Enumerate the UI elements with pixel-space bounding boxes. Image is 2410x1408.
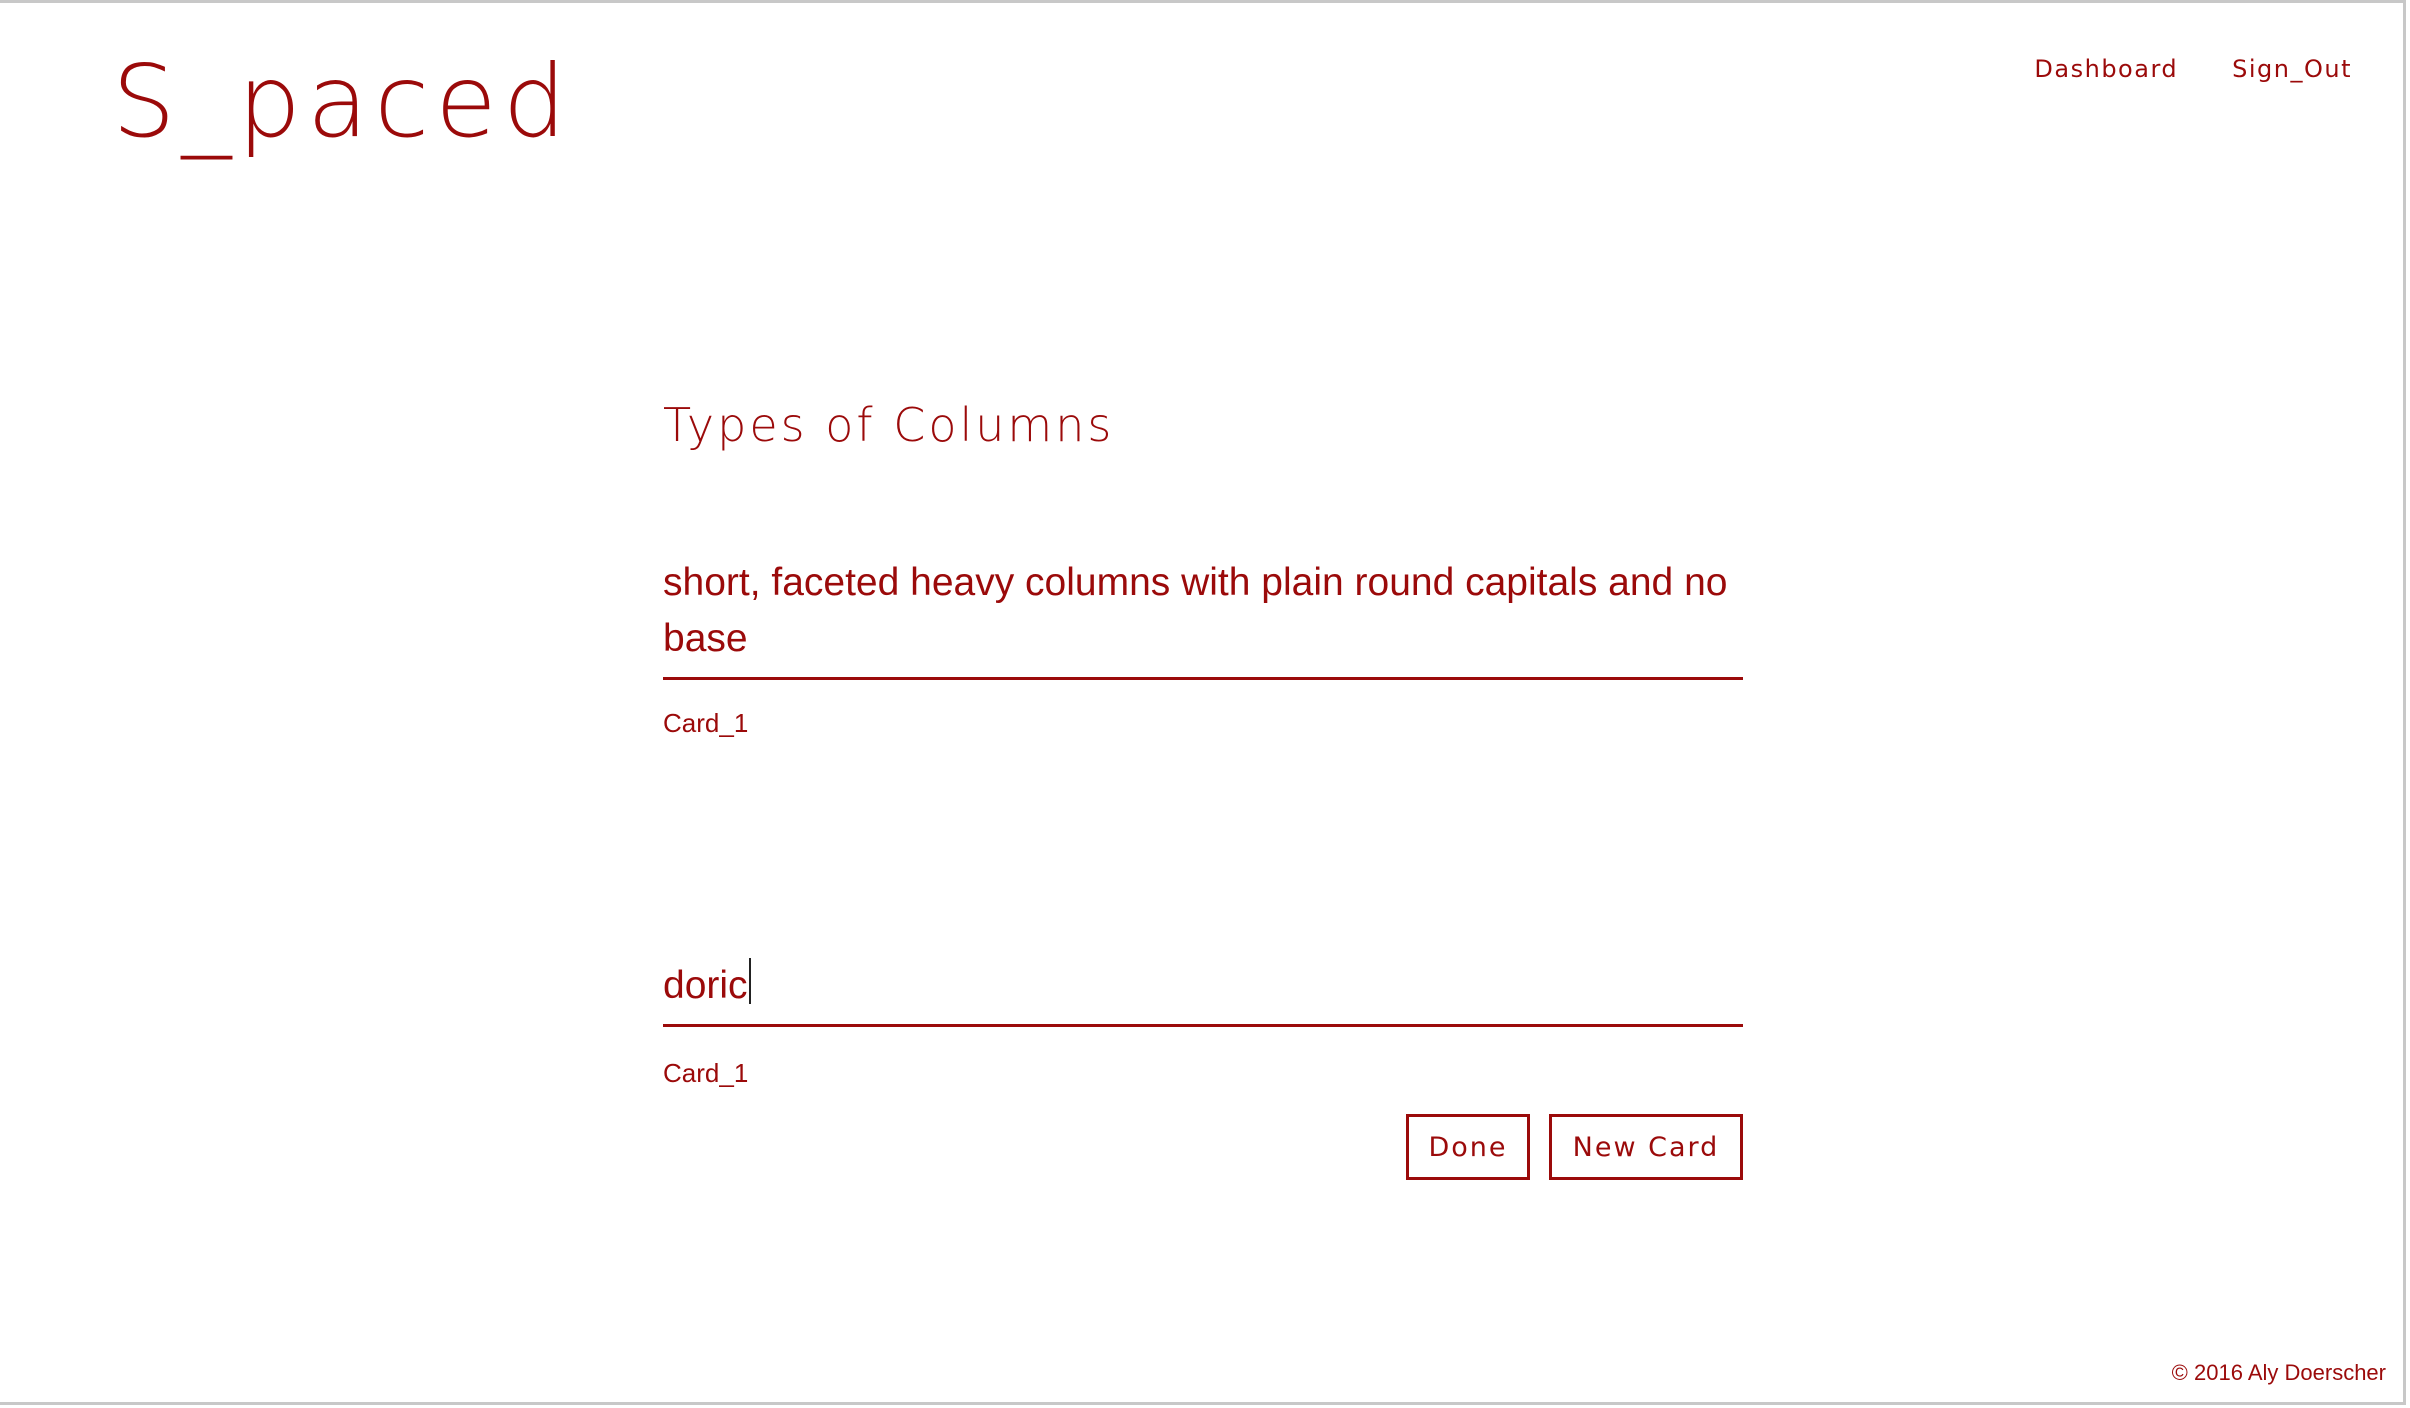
card-label: Card_1	[663, 708, 749, 738]
app-logo[interactable]: S_paced	[112, 42, 572, 162]
nav-sign-out-link[interactable]: Sign_Out	[2232, 55, 2352, 83]
new-card-button[interactable]: New Card	[1549, 1114, 1743, 1180]
footer-copyright: © 2016 Aly Doerscher	[2171, 1360, 2386, 1385]
card-definition-field[interactable]: short, faceted heavy columns with plain …	[663, 555, 1743, 680]
deck-title: Types of Columns	[663, 398, 1115, 452]
done-button[interactable]: Done	[1406, 1114, 1530, 1180]
card-label: Card_1	[663, 1058, 749, 1088]
card-term-field[interactable]: doric	[663, 958, 1743, 1027]
top-nav: Dashboard Sign_Out	[2034, 55, 2352, 83]
text-caret	[748, 958, 751, 1004]
nav-dashboard-link[interactable]: Dashboard	[2034, 55, 2178, 83]
window-frame	[0, 0, 2406, 1405]
card-definition-text: short, faceted heavy columns with plain …	[663, 561, 1728, 660]
card-term-text: doric	[663, 964, 748, 1007]
